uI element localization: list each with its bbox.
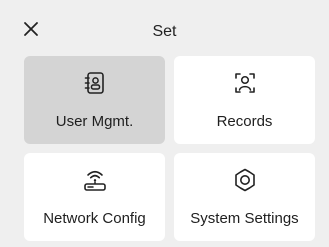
user-mgmt-tile[interactable]: User Mgmt. (24, 56, 165, 144)
face-scan-icon (232, 70, 258, 96)
records-label: Records (216, 113, 273, 130)
user-book-icon (82, 70, 108, 96)
user-mgmt-label: User Mgmt. (55, 113, 134, 130)
wifi-router-icon (82, 167, 108, 193)
header-bar: Set (0, 0, 329, 56)
gear-icon (232, 167, 258, 193)
page-title: Set (152, 23, 177, 40)
network-config-label: Network Config (43, 210, 146, 227)
records-tile[interactable]: Records (174, 56, 315, 144)
system-settings-label: System Settings (190, 210, 299, 227)
network-config-tile[interactable]: Network Config (24, 153, 165, 241)
system-settings-tile[interactable]: System Settings (174, 153, 315, 241)
